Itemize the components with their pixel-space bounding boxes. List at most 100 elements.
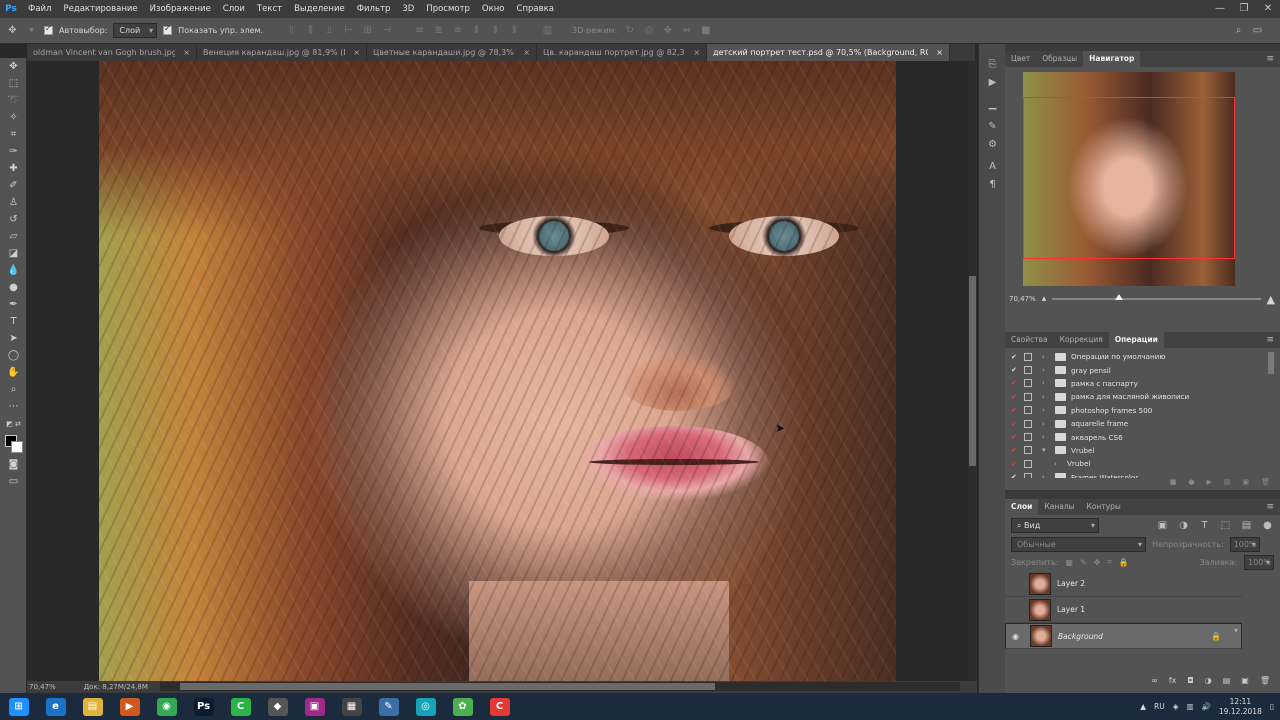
chevron-right-icon[interactable]: › (1042, 366, 1050, 374)
chevron-right-icon[interactable]: › (1042, 473, 1050, 478)
media-player-icon[interactable]: ▶ (111, 693, 148, 720)
chrome-icon[interactable]: ◉ (148, 693, 185, 720)
action-item[interactable]: ✔ ▾ Vrubel (1005, 444, 1280, 457)
horizontal-scrollbar[interactable] (160, 682, 960, 691)
chevron-down-icon[interactable]: ▾ (1042, 446, 1050, 454)
close-icon[interactable]: × (183, 44, 190, 61)
action-item[interactable]: ✔ › gray pensil (1005, 363, 1280, 376)
close-icon[interactable]: × (523, 44, 530, 61)
panel-menu-icon[interactable]: ≡ (1266, 499, 1274, 515)
clock[interactable]: 12:11 19.12.2018 (1219, 697, 1262, 717)
align-top-icon[interactable]: ⫪ (285, 25, 298, 36)
check-icon[interactable]: ✔ (1011, 446, 1019, 454)
hand-tool-icon[interactable]: ✋ (0, 364, 27, 381)
menu-item[interactable]: 3D (396, 4, 420, 14)
app-film-icon[interactable]: ▦ (333, 693, 370, 720)
brush-tool-icon[interactable]: ✐ (0, 177, 27, 194)
opacity-field[interactable]: 100% (1229, 536, 1260, 552)
record-icon[interactable]: ● (1188, 478, 1194, 490)
check-icon[interactable]: ✔ (1011, 420, 1019, 428)
action-item[interactable]: ✔ › Vrubel (1005, 457, 1280, 470)
panel-tab[interactable]: Образцы (1036, 51, 1083, 67)
screen-mode-icon[interactable]: ▭ (0, 473, 27, 490)
document-tab[interactable]: детский портрет тест.psd @ 70,5% (Backgr… (707, 44, 950, 61)
windows-start-icon[interactable]: ⊞ (0, 693, 37, 720)
chevron-right-icon[interactable]: › (1054, 460, 1062, 468)
distribute-right-icon[interactable]: ⦀ (508, 25, 521, 36)
auto-align-icon[interactable]: ▥ (541, 25, 554, 36)
check-icon[interactable]: ✔ (1011, 366, 1019, 374)
horizontal-scroll-thumb[interactable] (180, 683, 715, 690)
move-tool-icon[interactable]: ✥ (6, 25, 19, 36)
align-hcenter-icon[interactable]: ⊞ (361, 25, 374, 36)
volume-icon[interactable]: 🔊 (1202, 702, 1211, 711)
navigator-zoom-value[interactable]: 70,47% (1009, 295, 1036, 303)
check-icon[interactable]: ✔ (1011, 473, 1019, 478)
action-item[interactable]: ✔ › рамка для масляной живописи (1005, 390, 1280, 403)
photoshop-icon[interactable]: Ps (185, 693, 222, 720)
clone-stamp-tool-icon[interactable]: ♙ (0, 194, 27, 211)
filter-adjustment-icon[interactable]: ◑ (1177, 520, 1190, 531)
autoselect-dropdown[interactable]: Слой (113, 23, 158, 38)
vertical-scroll-thumb[interactable] (969, 276, 976, 466)
new-layer-icon[interactable]: ▣ (1241, 676, 1249, 690)
delete-action-icon[interactable]: 🗑 (1261, 478, 1270, 490)
filter-type-icon[interactable]: T (1198, 520, 1211, 531)
panel-tab[interactable]: Операции (1108, 332, 1164, 348)
panel-tab[interactable]: Контуры (1081, 499, 1127, 515)
lock-transparent-icon[interactable]: ▦ (1065, 558, 1073, 567)
zoom-out-icon[interactable]: ▴ (1042, 294, 1047, 304)
filter-pixel-icon[interactable]: ▣ (1156, 520, 1169, 531)
distribute-hcenter-icon[interactable]: ⦀ (489, 25, 502, 36)
panel-menu-icon[interactable]: ≡ (1266, 332, 1274, 348)
menu-item[interactable]: Слои (217, 4, 251, 14)
layer-row[interactable]: Layer 1 (1005, 597, 1242, 623)
distribute-top-icon[interactable]: ≡ (413, 25, 426, 36)
menu-item[interactable]: Файл (22, 4, 57, 14)
app-red-icon[interactable]: C (481, 693, 518, 720)
document-tab[interactable]: Цв. карандаш портрет.jpg @ 82,3% (... × (537, 44, 707, 61)
lasso-tool-icon[interactable]: ➰ (0, 92, 27, 109)
camtasia-icon[interactable]: C (222, 693, 259, 720)
action-item[interactable]: ✔ › Операции по умолчанию (1005, 350, 1280, 363)
lock-artboard-icon[interactable]: ⌗ (1107, 557, 1112, 567)
close-icon[interactable]: ✕ (1256, 0, 1280, 18)
adjustment-layer-icon[interactable]: ◑ (1205, 676, 1212, 690)
lock-icon[interactable]: 🔒 (1211, 630, 1221, 643)
dialog-toggle-icon[interactable] (1024, 459, 1032, 468)
layer-filter-dropdown[interactable]: ⌕ Вид (1011, 517, 1099, 533)
zoom-tool-icon[interactable]: ⌕ (0, 381, 27, 398)
3d-slide-icon[interactable]: ⇔ (680, 25, 693, 36)
brush-settings-icon[interactable]: ⚙ (979, 136, 1006, 154)
close-icon[interactable]: × (693, 44, 700, 61)
more-tools-icon[interactable]: ⋯ (0, 398, 27, 415)
pen-tool-icon[interactable]: ✒ (0, 296, 27, 313)
restore-icon[interactable]: ❐ (1232, 0, 1256, 18)
distribute-vcenter-icon[interactable]: ≣ (432, 25, 445, 36)
chevron-down-icon[interactable]: ▾ (25, 25, 38, 36)
distribute-left-icon[interactable]: ⦀ (470, 25, 483, 36)
menu-item[interactable]: Окно (476, 4, 511, 14)
magic-wand-tool-icon[interactable]: ✧ (0, 109, 27, 126)
document-tab[interactable]: oldman Vincent van Gogh brush.jpg × (27, 44, 197, 61)
lock-pixels-icon[interactable]: ✎ (1080, 558, 1087, 567)
align-bottom-icon[interactable]: ⫫ (323, 25, 336, 36)
distribute-bottom-icon[interactable]: ≡ (451, 25, 464, 36)
move-tool-icon[interactable]: ✥ (0, 58, 27, 75)
filter-smart-object-icon[interactable]: ▤ (1240, 520, 1253, 531)
dialog-toggle-icon[interactable] (1024, 392, 1032, 401)
3d-scale-icon[interactable]: ■ (699, 25, 712, 36)
workspace-icon[interactable]: ▭ (1251, 25, 1264, 36)
navigator-thumbnail[interactable] (1023, 72, 1235, 286)
align-vcenter-icon[interactable]: ⫼ (304, 25, 317, 36)
app-brush-icon[interactable]: ✿ (444, 693, 481, 720)
action-item[interactable]: ✔ › акварель CS6 (1005, 430, 1280, 443)
status-zoom[interactable]: 70,47% (29, 683, 56, 691)
action-item[interactable]: ✔ › Frames Watercolor (1005, 471, 1280, 478)
check-icon[interactable]: ✔ (1011, 379, 1019, 387)
type-tool-icon[interactable]: T (0, 313, 27, 330)
background-color-swatch[interactable] (10, 441, 23, 453)
tray-app-icon[interactable]: ◈ (1173, 702, 1179, 711)
layer-row[interactable]: ◉ Background 🔒 (1005, 623, 1242, 649)
link-layers-icon[interactable]: ∞ (1151, 676, 1158, 690)
